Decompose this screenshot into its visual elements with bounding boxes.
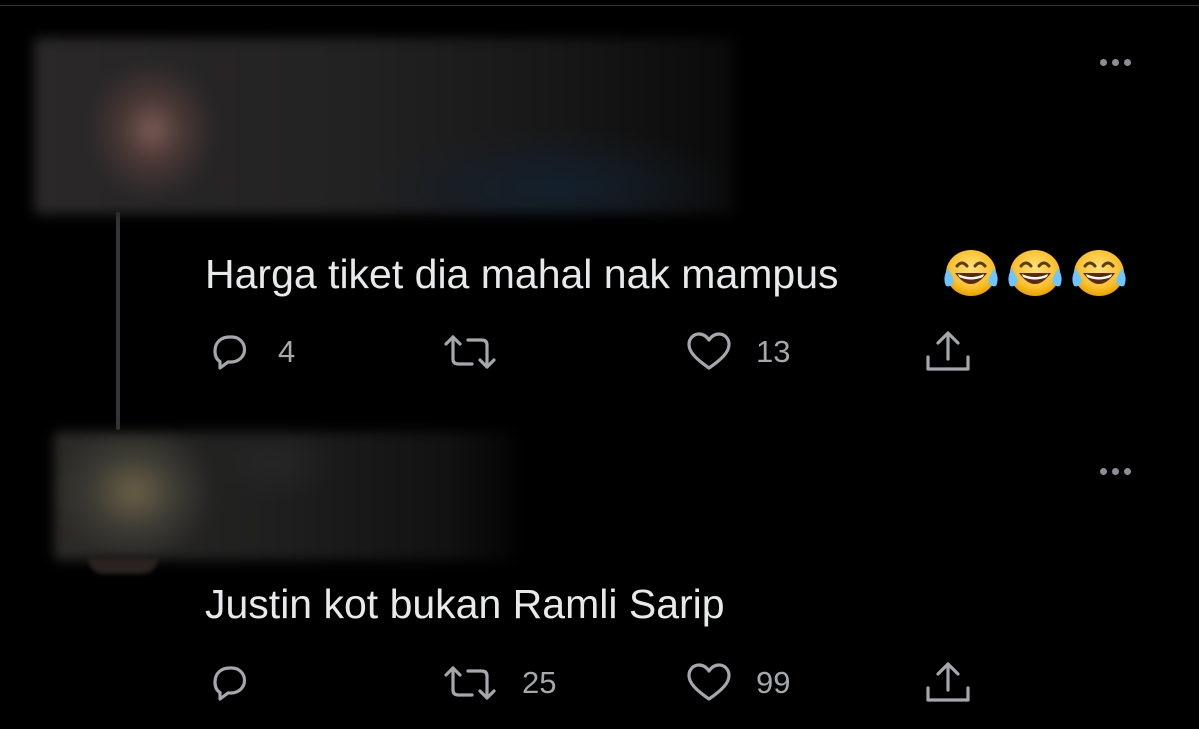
tweet-actions: 4 13	[0, 327, 1199, 377]
more-dot	[1123, 58, 1131, 66]
share-button[interactable]	[923, 327, 973, 377]
reply-count: 4	[278, 334, 296, 369]
tweet-actions: 25 99	[0, 658, 1199, 708]
reply-button[interactable]	[206, 658, 276, 708]
tweet-text: Harga tiket dia mahal nak mampus	[205, 251, 839, 297]
redacted-author-header	[34, 38, 734, 214]
tears-of-joy-emoji	[1070, 246, 1128, 300]
more-dot	[1099, 467, 1107, 475]
more-dot	[1111, 467, 1119, 475]
more-dot	[1123, 467, 1131, 475]
retweet-button[interactable]	[442, 327, 522, 377]
more-options-icon[interactable]	[1093, 52, 1137, 72]
tears-of-joy-emoji	[1006, 246, 1064, 300]
retweet-button[interactable]: 25	[442, 658, 556, 708]
tweet-1[interactable]: Harga tiket dia mahal nak mampus 4 13	[0, 0, 1199, 420]
heart-icon	[687, 332, 731, 370]
like-button[interactable]: 99	[686, 658, 790, 708]
more-dot	[1111, 58, 1119, 66]
like-count: 13	[756, 334, 791, 369]
retweet-icon	[444, 666, 496, 700]
like-button[interactable]: 13	[686, 327, 790, 377]
share-button[interactable]	[923, 658, 973, 708]
tweet-text: Justin kot bukan Ramli Sarip	[205, 581, 725, 627]
retweet-icon	[444, 335, 496, 369]
tears-of-joy-emoji	[942, 246, 1000, 300]
emoji-group	[942, 246, 1128, 300]
share-icon	[926, 662, 970, 702]
share-icon	[926, 331, 970, 371]
avatar	[88, 558, 158, 574]
retweet-count: 25	[522, 665, 557, 700]
reply-icon	[213, 666, 247, 701]
redacted-author-header	[54, 432, 514, 560]
tweet-2[interactable]: Justin kot bukan Ramli Sarip 25 99	[0, 420, 1199, 729]
more-options-icon[interactable]	[1093, 461, 1137, 481]
like-count: 99	[756, 665, 791, 700]
more-dot	[1099, 58, 1107, 66]
reply-thread-screen: Harga tiket dia mahal nak mampus 4 13 Ju…	[0, 0, 1199, 729]
reply-button[interactable]: 4	[206, 327, 295, 377]
reply-icon	[213, 335, 247, 370]
heart-icon	[687, 663, 731, 701]
